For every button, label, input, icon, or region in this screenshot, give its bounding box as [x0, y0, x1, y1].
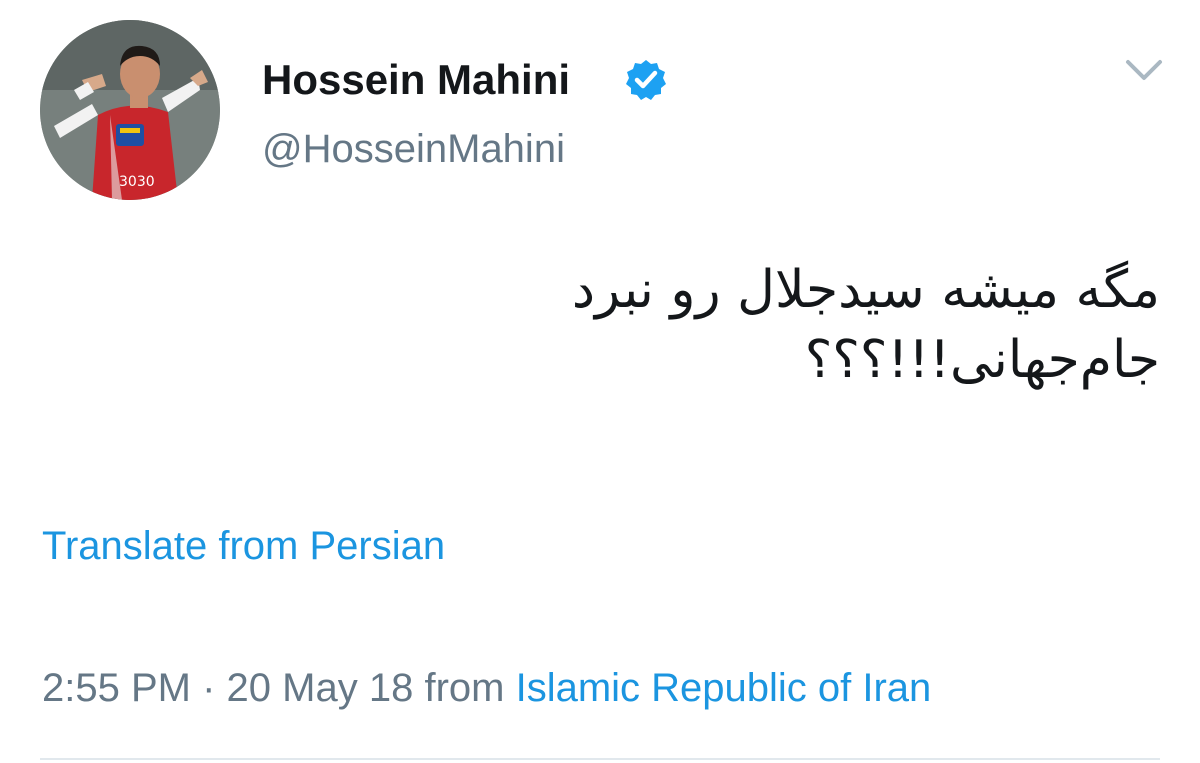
tweet-text: مگه میشه سیدجلال رو نبرد جام‌جهانی!!!؟؟؟: [360, 255, 1160, 395]
jersey-number: 3030: [119, 174, 155, 190]
tweet-text-line: مگه میشه سیدجلال رو نبرد: [571, 260, 1160, 320]
location-link[interactable]: Islamic Republic of Iran: [516, 666, 932, 710]
tweet-text-line: جام‌جهانی!!!؟؟؟: [804, 330, 1160, 390]
tweet-card: 3030 Hossein Mahini @HosseinMahini مگه م…: [0, 0, 1200, 763]
tweet-metadata: 2:55 PM · 20 May 18 from Islamic Republi…: [42, 664, 931, 712]
translate-link[interactable]: Translate from Persian: [42, 522, 445, 570]
divider: [40, 758, 1160, 760]
tweet-date[interactable]: 20 May 18: [227, 666, 414, 710]
tweet-time[interactable]: 2:55 PM: [42, 666, 191, 710]
avatar-photo: 3030: [40, 20, 220, 200]
user-handle[interactable]: @HosseinMahini: [262, 126, 565, 172]
display-name[interactable]: Hossein Mahini: [262, 56, 570, 104]
avatar[interactable]: 3030: [40, 20, 220, 200]
from-label: from: [424, 666, 505, 710]
verified-badge-icon: [626, 60, 666, 100]
chevron-down-icon[interactable]: [1122, 52, 1166, 88]
meta-separator: ·: [202, 666, 216, 710]
